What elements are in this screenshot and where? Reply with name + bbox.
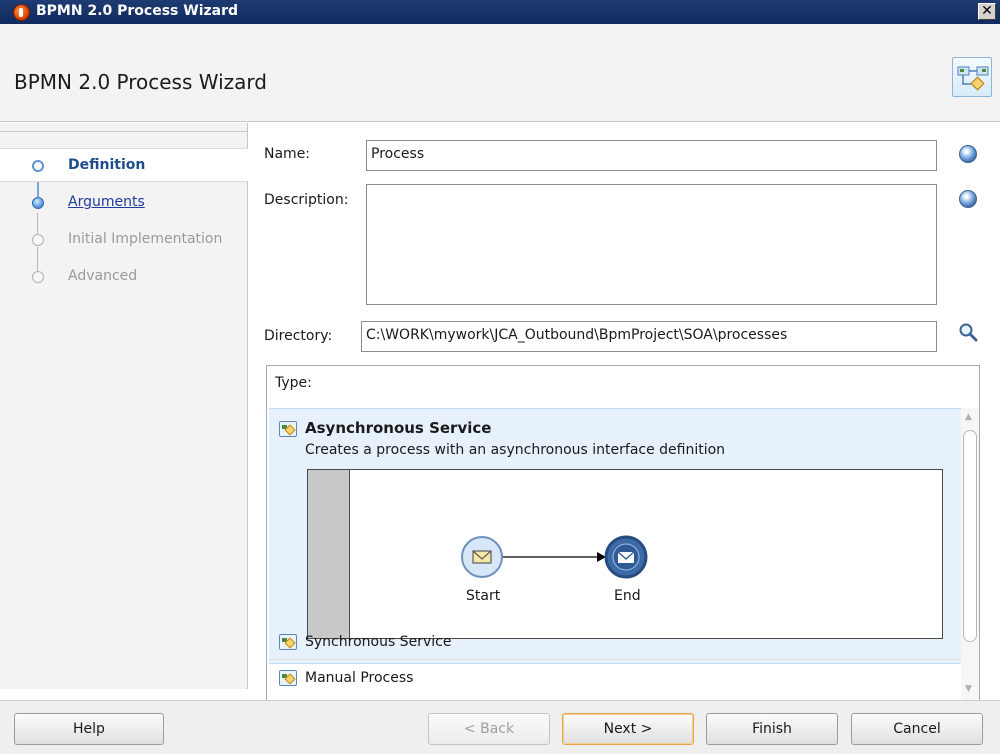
finish-button[interactable]: Finish: [706, 713, 838, 745]
step-current-icon: [32, 160, 44, 172]
start-event-icon: [461, 536, 503, 578]
nav-step-definition[interactable]: Definition: [0, 148, 248, 182]
name-label: Name:: [264, 146, 311, 162]
type-list-scrollbar[interactable]: ▲ ▼: [961, 408, 979, 700]
nav-step-initial-implementation: Initial Implementation: [0, 223, 248, 257]
wizard-heading: BPMN 2.0 Process Wizard: [14, 70, 267, 94]
nav-step-arguments[interactable]: Arguments: [0, 186, 248, 220]
window-title: BPMN 2.0 Process Wizard: [36, 3, 239, 19]
option-description: Creates a process with an asynchronous i…: [305, 442, 726, 458]
browse-search-icon[interactable]: [958, 322, 978, 342]
type-option-manual-process[interactable]: Manual Process: [269, 660, 961, 696]
wizard-footer: Help < Back Next > Finish Cancel: [0, 700, 1000, 754]
close-button[interactable]: ✕: [978, 3, 996, 20]
scroll-up-arrow-icon[interactable]: ▲: [965, 412, 972, 422]
nav-step-label: Advanced: [68, 268, 138, 284]
end-event-icon: [604, 535, 648, 579]
option-title: Manual Process: [305, 670, 414, 686]
type-label: Type:: [275, 375, 312, 391]
nav-step-advanced: Advanced: [0, 260, 248, 294]
service-icon: [279, 634, 297, 650]
description-label: Description:: [264, 192, 349, 208]
scrollbar-thumb[interactable]: [963, 430, 977, 642]
end-event-label: End: [614, 588, 641, 604]
option-title: Asynchronous Service: [305, 419, 492, 437]
description-field[interactable]: [366, 184, 937, 305]
app-icon: [13, 4, 30, 21]
cancel-button[interactable]: Cancel: [851, 713, 983, 745]
translate-globe-icon[interactable]: [959, 145, 977, 163]
service-icon: [279, 421, 297, 437]
diagram-canvas: [461, 535, 648, 579]
directory-label: Directory:: [264, 328, 333, 344]
nav-step-label: Initial Implementation: [68, 231, 223, 247]
step-visited-icon: [32, 197, 44, 209]
process-preview-diagram: Start End: [307, 469, 943, 639]
nav-step-label: Arguments: [68, 194, 145, 210]
name-field[interactable]: Process: [366, 140, 937, 171]
step-pending-icon: [32, 234, 44, 246]
scroll-down-arrow-icon[interactable]: ▼: [965, 684, 972, 694]
title-bar: BPMN 2.0 Process Wizard ✕: [0, 0, 1000, 24]
help-button[interactable]: Help: [14, 713, 164, 745]
process-type-panel: Type: Asynchronous Service Creates a pro…: [266, 365, 980, 702]
directory-field[interactable]: C:\WORK\mywork\JCA_Outbound\BpmProject\S…: [361, 321, 937, 352]
next-button[interactable]: Next >: [562, 713, 694, 745]
nav-divider: [0, 131, 248, 133]
process-wizard-icon: [952, 57, 992, 97]
start-event-label: Start: [466, 588, 501, 604]
nav-step-label: Definition: [68, 157, 146, 173]
wizard-header: BPMN 2.0 Process Wizard: [0, 24, 1000, 122]
type-option-synchronous-service[interactable]: Synchronous Service: [269, 624, 961, 660]
translate-globe-icon[interactable]: [959, 190, 977, 208]
step-pending-icon: [32, 271, 44, 283]
option-title: Synchronous Service: [305, 634, 452, 650]
back-button[interactable]: < Back: [428, 713, 550, 745]
service-icon: [279, 670, 297, 686]
wizard-steps-nav: Definition Arguments Initial Implementat…: [0, 123, 248, 689]
